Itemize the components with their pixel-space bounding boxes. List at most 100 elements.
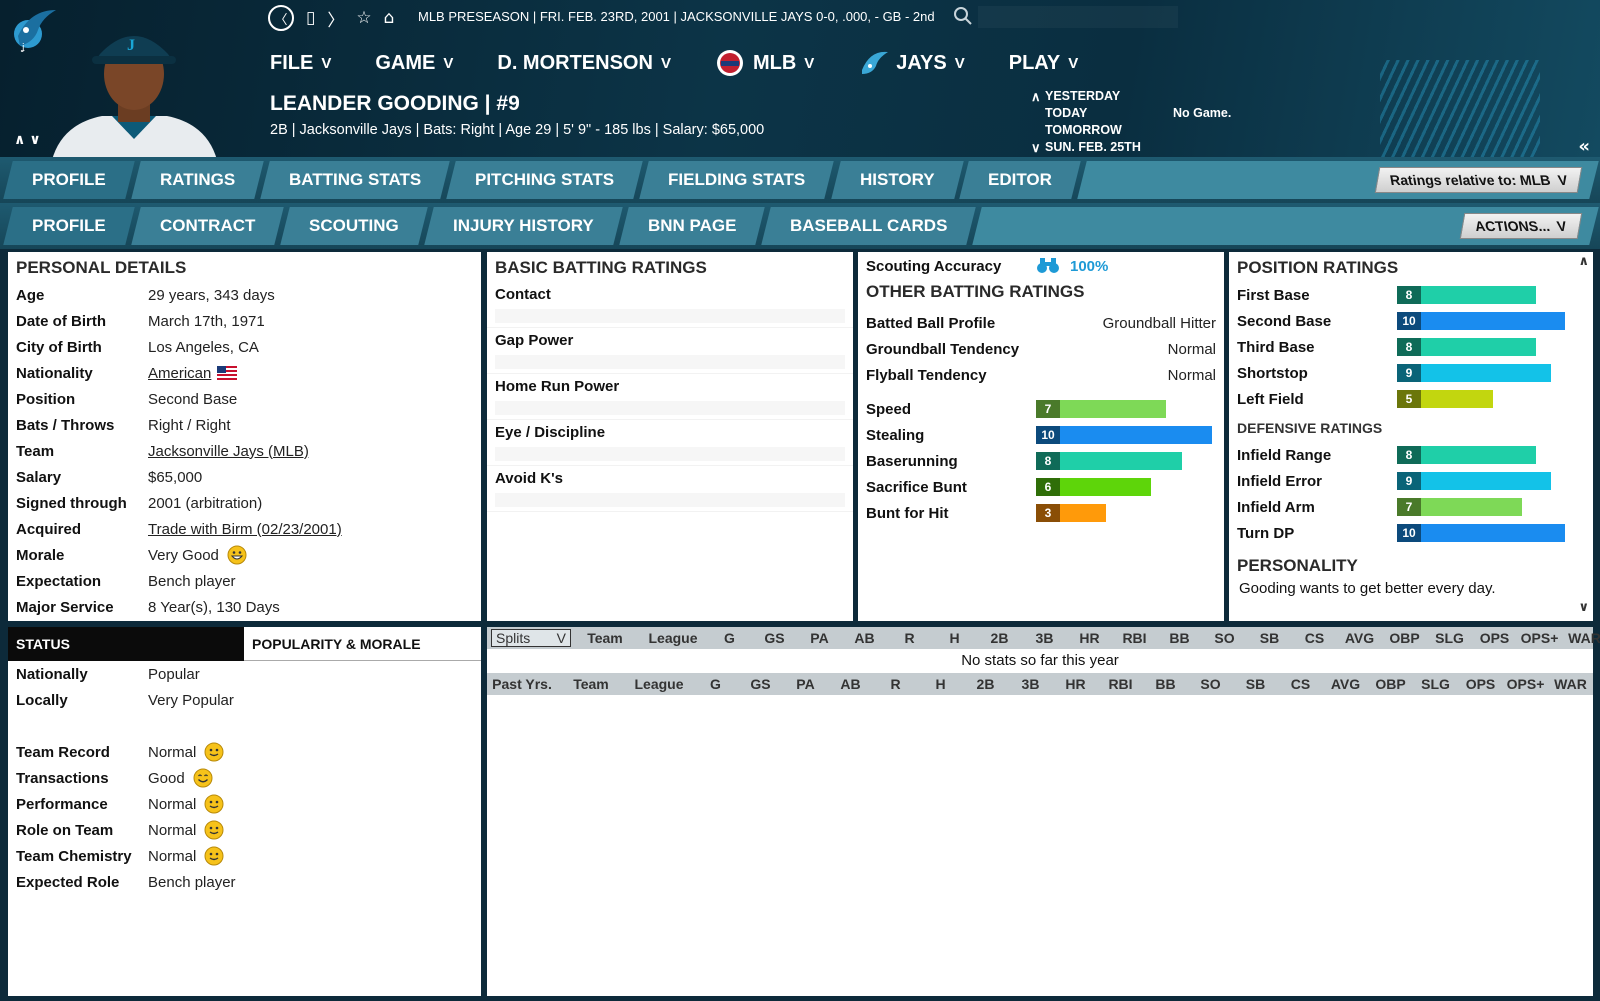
menu-file[interactable]: FILE V — [270, 48, 331, 78]
column-header[interactable]: OPS+ — [1503, 676, 1548, 692]
subtab-contract[interactable]: CONTRACT — [130, 207, 284, 245]
column-header[interactable]: AVG — [1337, 630, 1382, 646]
rating-fill — [1060, 478, 1151, 496]
column-header[interactable]: RBI — [1098, 676, 1143, 692]
column-header[interactable]: HR — [1067, 630, 1112, 646]
schedule-tomorrow[interactable]: TOMORROW — [1045, 122, 1141, 139]
nationality-link[interactable]: American — [148, 365, 211, 382]
column-header[interactable]: AVG — [1323, 676, 1368, 692]
column-header[interactable]: R — [873, 676, 918, 692]
column-header[interactable]: G — [707, 630, 752, 646]
chevron-down-icon: V — [1068, 54, 1079, 72]
schedule-today[interactable]: TODAY — [1045, 105, 1141, 122]
bookmark-icon[interactable]: ▯ — [306, 8, 315, 28]
tab-profile[interactable]: PROFILE — [3, 161, 135, 199]
menu-league[interactable]: MLB V — [715, 48, 814, 78]
column-header[interactable]: 2B — [977, 630, 1022, 646]
chevron-up-icon[interactable]: ∧ — [1031, 88, 1041, 105]
big-smile-icon — [227, 545, 247, 565]
column-header[interactable]: CS — [1292, 630, 1337, 646]
personality-text: Gooding wants to get better every day. — [1239, 580, 1496, 597]
column-header[interactable]: GS — [738, 676, 783, 692]
column-header[interactable]: CS — [1278, 676, 1323, 692]
search-icon[interactable] — [953, 6, 973, 26]
tab-editor[interactable]: EDITOR — [959, 161, 1081, 199]
acquired-link[interactable]: Trade with Birm (02/23/2001) — [148, 521, 342, 538]
collapse-icon[interactable]: « — [1578, 136, 1590, 157]
star-icon[interactable]: ☆ — [356, 8, 371, 28]
menu-team[interactable]: JAYS V — [858, 48, 965, 78]
tab-batting-stats[interactable]: BATTING STATS — [260, 161, 450, 199]
subtab-profile[interactable]: PROFILE — [3, 207, 135, 245]
column-header[interactable]: PA — [797, 630, 842, 646]
column-header[interactable]: SB — [1247, 630, 1292, 646]
splits-dropdown[interactable]: Splits V — [491, 629, 571, 647]
column-header[interactable]: OPS — [1472, 630, 1517, 646]
column-header[interactable]: Team — [571, 630, 639, 646]
rating-bar-row: Infield Range 8 — [1229, 442, 1593, 468]
column-header[interactable]: BB — [1157, 630, 1202, 646]
column-header[interactable]: OBP — [1368, 676, 1413, 692]
column-header[interactable]: OBP — [1382, 630, 1427, 646]
detail-row: City of Birth Los Angeles, CA — [16, 338, 259, 356]
scroll-up-icon[interactable]: ∧ — [1578, 254, 1589, 269]
column-header[interactable]: HR — [1053, 676, 1098, 692]
chevron-down-icon: V — [1556, 172, 1569, 188]
column-header[interactable]: G — [693, 676, 738, 692]
menu-game[interactable]: GAME V — [375, 48, 453, 78]
column-header[interactable]: GS — [752, 630, 797, 646]
column-header[interactable]: AB — [842, 630, 887, 646]
back-icon[interactable]: 〈 — [268, 5, 294, 31]
player-nav-arrows[interactable]: ∧∨ — [14, 132, 45, 148]
column-header[interactable]: SO — [1202, 630, 1247, 646]
tab-status[interactable]: STATUS — [8, 627, 244, 661]
ratings-relative-select[interactable]: Ratings relative to: MLB V — [1374, 167, 1583, 193]
main-menu: FILE V GAME V D. MORTENSON V MLB V JAYS V PLA… — [270, 48, 1122, 78]
column-header[interactable]: 3B — [1022, 630, 1067, 646]
search-input[interactable] — [978, 6, 1178, 28]
column-header[interactable]: OPS — [1458, 676, 1503, 692]
column-header[interactable]: H — [918, 676, 963, 692]
rating-fill — [1421, 364, 1551, 382]
schedule-widget: ∧ YESTERDAY TODAY TOMORROW SUN. FEB. 25T… — [1031, 88, 1231, 156]
column-header[interactable]: SB — [1233, 676, 1278, 692]
tab-pitching-stats[interactable]: PITCHING STATS — [446, 161, 644, 199]
column-header[interactable]: League — [625, 676, 693, 692]
tab-fielding-stats[interactable]: FIELDING STATS — [639, 161, 835, 199]
tab-ratings[interactable]: RATINGS — [130, 161, 264, 199]
column-header[interactable]: PA — [783, 676, 828, 692]
column-header[interactable]: RBI — [1112, 630, 1157, 646]
column-header[interactable]: Team — [557, 676, 625, 692]
tab-popularity-morale[interactable]: POPULARITY & MORALE — [244, 627, 481, 661]
menu-manager[interactable]: D. MORTENSON V — [497, 48, 671, 78]
subtab-baseball-cards[interactable]: BASEBALL CARDS — [761, 207, 977, 245]
main-tabbar: PROFILE RATINGS BATTING STATS PITCHING S… — [0, 157, 1600, 203]
team-link[interactable]: Jacksonville Jays (MLB) — [148, 443, 309, 460]
subtab-bnn-page[interactable]: BNN PAGE — [618, 207, 765, 245]
column-header[interactable]: League — [639, 630, 707, 646]
schedule-yesterday[interactable]: YESTERDAY — [1045, 88, 1141, 105]
column-header[interactable]: R — [887, 630, 932, 646]
column-header[interactable]: SO — [1188, 676, 1233, 692]
chevron-down-icon[interactable]: ∨ — [1031, 139, 1041, 156]
subtab-scouting[interactable]: SCOUTING — [280, 207, 428, 245]
column-header[interactable]: WAR — [1562, 630, 1600, 646]
column-header[interactable]: WAR — [1548, 676, 1593, 692]
tab-history[interactable]: HISTORY — [830, 161, 963, 199]
column-header[interactable]: 3B — [1008, 676, 1053, 692]
column-header[interactable]: AB — [828, 676, 873, 692]
actions-button[interactable]: ACTIONS... V — [1459, 213, 1583, 239]
schedule-next[interactable]: SUN. FEB. 25TH — [1045, 139, 1141, 156]
column-header[interactable]: SLG — [1413, 676, 1458, 692]
column-header[interactable]: 2B — [963, 676, 1008, 692]
scroll-down-icon[interactable]: ∨ — [1578, 600, 1589, 615]
home-icon[interactable]: ⌂ — [384, 8, 395, 28]
menu-play[interactable]: PLAY V — [1009, 48, 1079, 78]
column-header[interactable]: OPS+ — [1517, 630, 1562, 646]
column-header[interactable]: H — [932, 630, 977, 646]
team-logo-icon[interactable]: ʝ — [8, 6, 58, 54]
column-header[interactable]: SLG — [1427, 630, 1472, 646]
subtab-injury-history[interactable]: INJURY HISTORY — [424, 207, 623, 245]
forward-icon[interactable]: 〉 — [327, 6, 344, 31]
column-header[interactable]: BB — [1143, 676, 1188, 692]
